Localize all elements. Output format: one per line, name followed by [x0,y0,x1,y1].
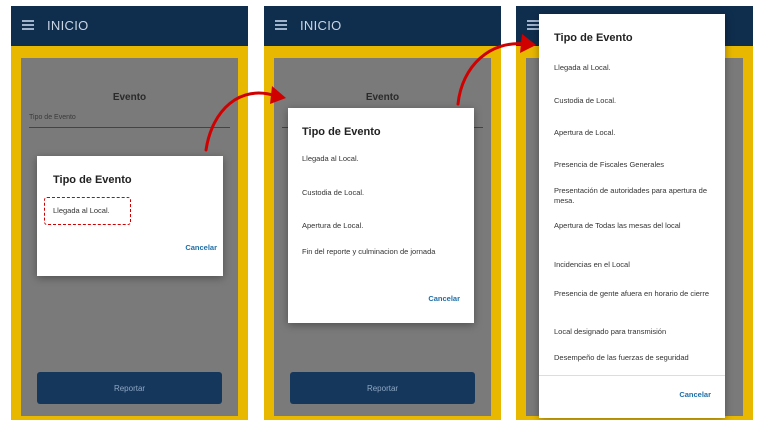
dialog-option[interactable]: Incidencias en el Local [554,260,630,270]
dialog-option[interactable]: Custodia de Local. [302,188,364,198]
tutorial-stage: INICIO Evento Tipo de Evento Reportar Ti… [0,0,760,422]
report-button[interactable]: Reportar [290,372,475,404]
event-type-dialog: Tipo de Evento Llegada al Local. Cancela… [37,156,223,276]
phone-screen-1: INICIO Evento Tipo de Evento Reportar Ti… [11,6,248,420]
dialog-option[interactable]: Llegada al Local. [302,154,359,164]
dialog-option[interactable]: Fin del reporte y culminacion de jornada [302,247,462,257]
menu-icon[interactable] [527,20,539,30]
phone-screen-3: Tipo de Evento Llegada al Local. Custodi… [516,6,753,420]
event-type-dialog: Tipo de Evento Llegada al Local. Custodi… [288,108,474,323]
app-title: INICIO [47,18,89,33]
dialog-option[interactable]: Apertura de Local. [554,128,615,138]
dialog-title: Tipo de Evento [53,174,132,186]
dialog-option[interactable]: Llegada al Local. [53,206,110,216]
dialog-option[interactable]: Local designado para transmisión [554,327,666,337]
dialog-title: Tipo de Evento [302,126,381,138]
dialog-option[interactable]: Apertura de Todas las mesas del local [554,221,714,231]
dialog-option[interactable]: Apertura de Local. [302,221,363,231]
report-button[interactable]: Reportar [37,372,222,404]
dialog-option[interactable]: Llegada al Local. [554,63,611,73]
dialog-title: Tipo de Evento [554,32,633,44]
menu-icon[interactable] [22,20,34,30]
dialog-option[interactable]: Presentación de autoridades para apertur… [554,186,714,206]
app-bar: INICIO [264,6,501,46]
event-type-field[interactable]: Tipo de Evento [29,114,230,128]
cancel-button[interactable]: Cancelar [679,390,711,399]
form-title: Evento [112,92,147,103]
dialog-divider [539,375,725,376]
form-title: Evento [365,92,400,103]
dialog-option[interactable]: Presencia de gente afuera en horario de … [554,289,714,299]
phone-screen-2: INICIO Evento Reportar Tipo de Evento Ll… [264,6,501,420]
app-title: INICIO [300,18,342,33]
menu-icon[interactable] [275,20,287,30]
cancel-button[interactable]: Cancelar [185,243,217,252]
dialog-option[interactable]: Desempeño de las fuerzas de seguridad [554,353,714,373]
app-bar: INICIO [11,6,248,46]
dialog-option[interactable]: Presencia de Fiscales Generales [554,160,664,170]
event-type-dialog: Tipo de Evento Llegada al Local. Custodi… [539,14,725,418]
cancel-button[interactable]: Cancelar [428,294,460,303]
dialog-option[interactable]: Custodia de Local. [554,96,616,106]
